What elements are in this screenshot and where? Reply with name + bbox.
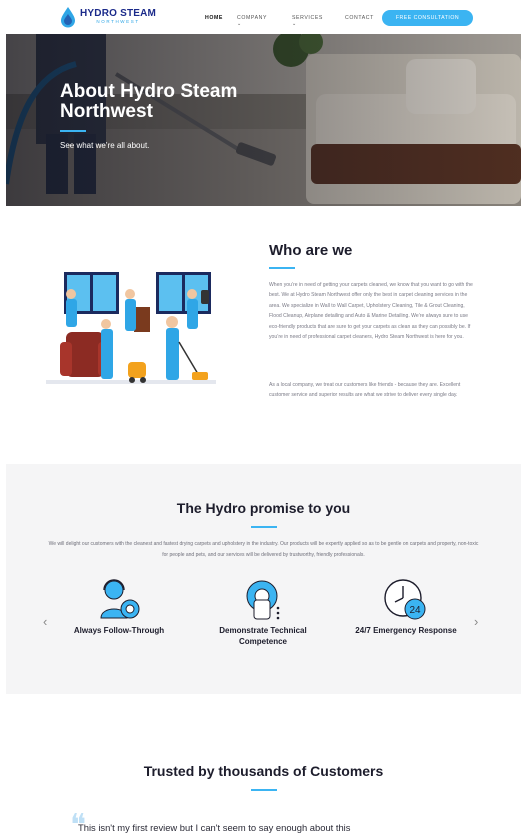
- about-paragraph: When you’re in need of getting your carp…: [269, 282, 473, 341]
- technician-gear-icon: [246, 580, 280, 620]
- feature-label: Demonstrate Technical Competence: [219, 626, 307, 646]
- feature-item: Demonstrate Technical Competence: [203, 578, 323, 647]
- menu-item-home[interactable]: HOME: [205, 15, 223, 21]
- menu-item-services[interactable]: SERVICES ⌄: [292, 15, 323, 27]
- cleaning-team-illustration: [46, 272, 216, 384]
- clock-24-icon: 24: [384, 579, 426, 620]
- who-are-we-heading: Who are we: [269, 242, 353, 259]
- heading-underline: [251, 789, 277, 791]
- promise-section: The Hydro promise to you We will delight…: [6, 464, 521, 694]
- logo-title: HYDRO STEAM: [80, 8, 157, 20]
- about-paragraph-2: As a local company, we treat our custome…: [269, 382, 461, 399]
- carousel-prev-button[interactable]: ‹: [43, 614, 47, 629]
- free-consultation-button[interactable]: FREE CONSULTATION: [382, 10, 473, 26]
- feature-label: Always Follow-Through: [73, 626, 165, 635]
- heading-underline: [269, 267, 295, 269]
- feature-item: 24 24/7 Emergency Response: [346, 578, 466, 636]
- logo[interactable]: HYDRO STEAM NORTHWEST: [60, 6, 156, 28]
- title-underline: [60, 130, 86, 132]
- menu-item-company[interactable]: COMPANY ⌄: [237, 15, 267, 27]
- water-drop-icon: [61, 7, 75, 28]
- promise-heading: The Hydro promise to you: [176, 500, 351, 516]
- heading-underline: [251, 526, 277, 528]
- testimonial-text: This isn't my first review but I can't s…: [78, 822, 351, 833]
- support-agent-icon: [100, 579, 140, 619]
- carousel-next-button[interactable]: ›: [474, 614, 478, 629]
- logo-subtitle: NORTHWEST: [96, 19, 140, 25]
- feature-label: 24/7 Emergency Response: [355, 626, 457, 635]
- hero-subtitle: See what we’re all about.: [60, 141, 150, 150]
- page-title: About Hydro Steam Northwest: [60, 81, 238, 122]
- top-navigation: HYDRO STEAM NORTHWEST HOME COMPANY ⌄ SER…: [0, 0, 527, 34]
- hero-banner: About Hydro Steam Northwest See what we’…: [6, 34, 521, 206]
- clock-badge-text: 24: [409, 605, 421, 616]
- menu-item-contact[interactable]: CONTACT: [345, 15, 374, 21]
- feature-item: Always Follow-Through: [59, 578, 179, 636]
- testimonials-heading: Trusted by thousands of Customers: [143, 763, 384, 779]
- promise-description: We will delight our customers with the c…: [48, 541, 479, 558]
